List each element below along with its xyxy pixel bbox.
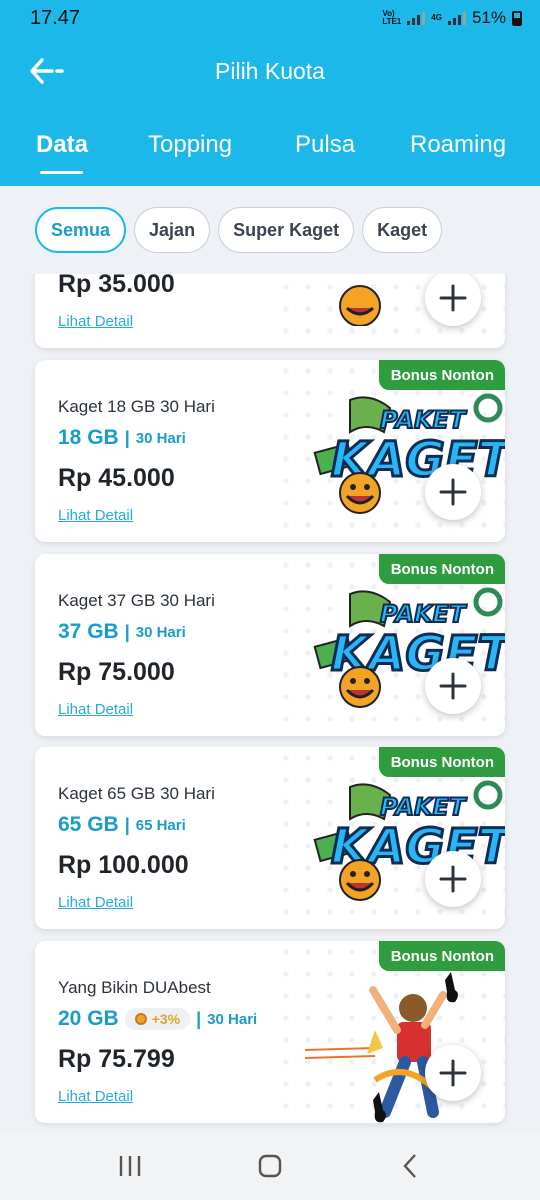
detail-link[interactable]: Lihat Detail [58, 894, 133, 911]
home-icon [258, 1154, 282, 1178]
plus-icon [439, 865, 467, 893]
product-quota: 18 GB | 30 Hari [58, 426, 186, 449]
product-card[interactable]: Bonus Nonton Kaget 37 GB 30 Hari 37 GB | 3… [35, 554, 505, 736]
tab-data[interactable]: Data [36, 131, 88, 159]
product-name: Yang Bikin DUAbest [58, 978, 211, 997]
svg-text:PAKET: PAKET [380, 793, 467, 821]
product-quota: 37 GB | 30 Hari [58, 620, 186, 643]
signal-icon [407, 11, 426, 25]
detail-link[interactable]: Lihat Detail [58, 313, 133, 330]
plus-icon [439, 672, 467, 700]
home-button[interactable] [250, 1146, 290, 1186]
svg-text:PAKET: PAKET [380, 406, 467, 434]
page-title: Pilih Kuota [215, 58, 325, 84]
svg-text:PAKET: PAKET [380, 600, 467, 628]
status-icons: Vo) LTE1 4G 51% [382, 8, 522, 28]
product-card[interactable]: Rp 35.000 Lihat Detail [35, 274, 505, 348]
detail-link[interactable]: Lihat Detail [58, 701, 133, 718]
bonus-badge: Bonus Nonton [378, 554, 505, 584]
chip-kaget[interactable]: Kaget [362, 207, 443, 253]
plus-icon [439, 284, 467, 312]
product-list[interactable]: Rp 35.000 Lihat Detail Bonus Nonton Kage… [0, 274, 540, 1132]
add-button[interactable] [425, 1045, 481, 1101]
back-chevron-icon [403, 1154, 416, 1178]
product-name: Kaget 37 GB 30 Hari [58, 591, 215, 610]
plus-icon [439, 478, 467, 506]
add-button[interactable] [425, 851, 481, 907]
back-button[interactable] [390, 1146, 430, 1186]
product-quota: 20 GB +3% | 30 Hari [58, 1007, 258, 1030]
product-price: Rp 75.799 [58, 1045, 175, 1073]
chip-semua[interactable]: Semua [35, 207, 127, 253]
app-bar: Pilih Kuota Data Topping Pulsa Roaming [0, 36, 540, 186]
signal-icon-2 [447, 11, 466, 25]
product-name: Kaget 18 GB 30 Hari [58, 397, 215, 416]
chip-super-kaget[interactable]: Super Kaget [218, 207, 355, 253]
system-nav-bar [0, 1132, 540, 1200]
tab-roaming[interactable]: Roaming [410, 131, 506, 159]
product-card[interactable]: Bonus Nonton Kaget 18 GB 30 Hari 18 GB | 3… [35, 360, 505, 542]
product-price: Rp 75.000 [58, 658, 175, 686]
product-price: Rp 45.000 [58, 464, 175, 492]
add-button[interactable] [425, 464, 481, 520]
tab-pulsa[interactable]: Pulsa [295, 131, 355, 159]
tab-bar: Data Topping Pulsa Roaming [0, 131, 540, 174]
product-card[interactable]: Bonus Nonton Yang Bikin DUAbest 20 GB +3… [35, 941, 505, 1123]
network-type: 4G [431, 13, 442, 22]
add-button[interactable] [425, 658, 481, 714]
bonus-badge: Bonus Nonton [378, 747, 505, 777]
product-name: Kaget 65 GB 30 Hari [58, 784, 215, 803]
product-quota: 65 GB | 65 Hari [58, 813, 186, 836]
volte-indicator: Vo) LTE1 [382, 9, 402, 26]
product-card[interactable]: Bonus Nonton Kaget 65 GB 30 Hari 65 GB | 6… [35, 747, 505, 929]
recents-button[interactable] [110, 1146, 150, 1186]
coin-icon [134, 1013, 147, 1025]
product-price: Rp 100.000 [58, 851, 189, 879]
battery-icon [512, 10, 522, 26]
detail-link[interactable]: Lihat Detail [58, 507, 133, 524]
chip-jajan[interactable]: Jajan [134, 207, 211, 253]
bonus-pill: +3% [124, 1008, 191, 1030]
duabest-people-art [305, 972, 458, 1123]
product-price: Rp 35.000 [58, 274, 175, 298]
plus-icon [439, 1059, 467, 1087]
filter-chips: Semua Jajan Super Kaget Kaget [0, 186, 540, 274]
tab-topping[interactable]: Topping [148, 131, 232, 159]
bonus-badge: Bonus Nonton [378, 360, 505, 390]
battery-percent: 51% [471, 8, 506, 27]
detail-link[interactable]: Lihat Detail [58, 1088, 133, 1105]
active-tab-indicator [40, 171, 83, 174]
status-time: 17.47 [30, 6, 81, 29]
recents-icon [119, 1156, 141, 1176]
status-bar: 17.47 Vo) LTE1 4G 51% [0, 0, 540, 36]
